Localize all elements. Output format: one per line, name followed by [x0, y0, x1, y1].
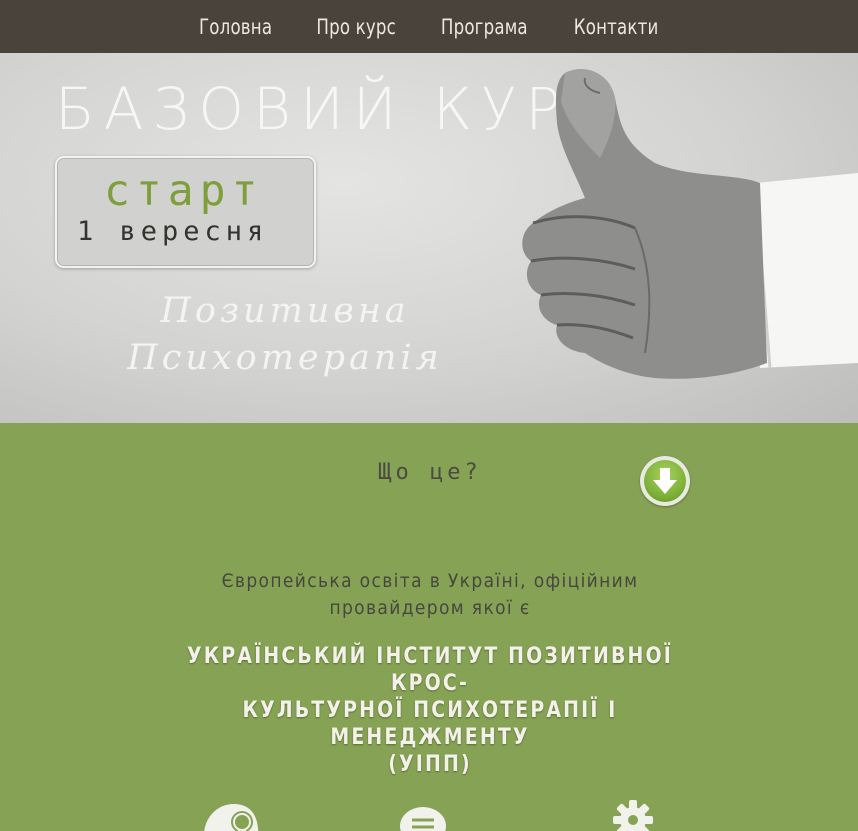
speech-bubble-icon: [400, 807, 446, 831]
intro-text: Європейська освіта в Україні, офіційним …: [178, 568, 682, 622]
arrow-down-circle-icon: [644, 460, 686, 502]
scroll-down-button[interactable]: [640, 456, 690, 506]
gear-icon: [613, 800, 653, 831]
nav-program[interactable]: Програма: [441, 15, 528, 39]
top-navigation: Головна Про курс Програма Контакти: [0, 0, 858, 53]
hero-subtitle-line2: Психотерапія: [127, 338, 443, 378]
start-label: старт: [104, 166, 264, 216]
intro-line2: провайдером якої є: [329, 597, 531, 619]
institute-line1: УКРАЇНСЬКИЙ ІНСТИТУТ ПОЗИТИВНОЇ КРОС-: [187, 644, 673, 696]
institute-name: УКРАЇНСЬКИЙ ІНСТИТУТ ПОЗИТИВНОЇ КРОС- КУ…: [163, 643, 696, 778]
start-date: 1 вересня: [77, 216, 269, 247]
nav-about-course[interactable]: Про курс: [316, 15, 396, 39]
what-is-it-heading: Що це?: [378, 460, 482, 485]
start-date-box: старт 1 вересня: [55, 156, 316, 268]
hero-banner: БАЗОВИЙ КУРС старт 1 вересня Позитивна П…: [0, 53, 858, 423]
thumbs-up-hand-image: [522, 69, 858, 379]
institute-line2: КУЛЬТУРНОЇ ПСИХОТЕРАПІЇ І МЕНЕДЖМЕНТУ: [242, 698, 618, 750]
intro-line1: Європейська освіта в Україні, офіційним: [221, 570, 639, 592]
hero-subtitle-line1: Позитивна: [160, 291, 410, 331]
institute-line3: (УІПП): [388, 752, 472, 777]
nav-contacts[interactable]: Контакти: [574, 15, 659, 39]
head-lightbulb-icon: [204, 804, 259, 831]
nav-home[interactable]: Головна: [199, 15, 272, 39]
